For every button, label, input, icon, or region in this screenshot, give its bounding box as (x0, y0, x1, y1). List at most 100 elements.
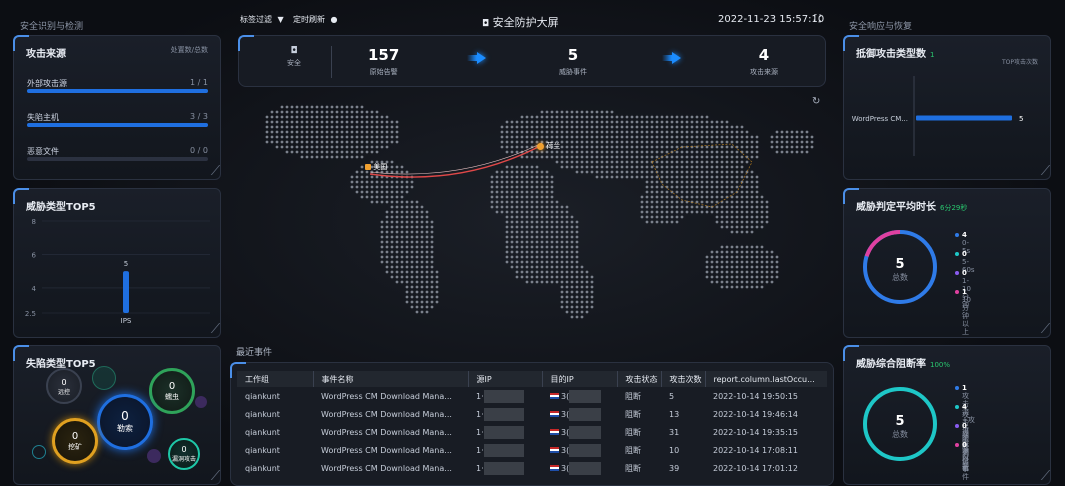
map-dot (555, 270, 559, 274)
map-dot (610, 160, 614, 164)
map-dot (550, 150, 554, 154)
map-dot (570, 220, 574, 224)
map-dot (565, 260, 569, 264)
map-dot (530, 260, 534, 264)
tag-filter-button[interactable]: 标签过滤 ▼ (240, 14, 284, 25)
map-target-marker[interactable]: 荷兰 (537, 141, 560, 151)
map-dot (725, 215, 729, 219)
map-dot (430, 280, 434, 284)
bar[interactable] (916, 115, 1012, 121)
source-bar-fill-host (27, 123, 208, 127)
table-row[interactable]: qiankunt WordPress CM Download Mana... 1· 3… (237, 423, 827, 441)
col-status[interactable]: 攻击状态 (616, 371, 661, 387)
map-dot (495, 180, 499, 184)
map-dot (725, 205, 729, 209)
map-dot (635, 155, 639, 159)
map-dot (700, 155, 704, 159)
map-dot (375, 145, 379, 149)
y-tick-label: WordPress CM... (852, 115, 908, 123)
map-dot (635, 145, 639, 149)
map-dot (745, 230, 749, 234)
stat-attack-sources[interactable]: 4 攻击来源 (750, 46, 778, 77)
map-dot (295, 140, 299, 144)
map-dot (520, 235, 524, 239)
map-dot (685, 190, 689, 194)
map-dot (710, 165, 714, 169)
col-src-ip[interactable]: 源IP (467, 371, 542, 387)
map-dot (540, 275, 544, 279)
stat-raw-alerts[interactable]: 157 原始告警 (368, 46, 399, 77)
map-dot (645, 140, 649, 144)
map-dot (420, 240, 424, 244)
us-flag-icon (550, 465, 559, 471)
map-dot (780, 130, 784, 134)
table-row[interactable]: qiankunt WordPress CM Download Mana... 1· 3… (237, 405, 827, 423)
map-dot (595, 145, 599, 149)
map-dot (375, 120, 379, 124)
map-dot (405, 230, 409, 234)
bar[interactable] (123, 271, 129, 313)
map-dot (420, 280, 424, 284)
table-row[interactable]: qiankunt WordPress CM Download Mana... 1· 3… (237, 459, 827, 477)
map-dot (690, 165, 694, 169)
auto-refresh-button[interactable]: 定时刷新 ● (293, 14, 338, 25)
map-dot (580, 115, 584, 119)
map-dot (405, 295, 409, 299)
map-source-marker[interactable]: 美国 (365, 162, 387, 172)
bubble-worm-value: 0 (168, 381, 176, 392)
map-dot (540, 180, 544, 184)
col-dst-ip[interactable]: 目的IP (541, 371, 617, 387)
map-dot (295, 105, 299, 109)
map-dot (755, 190, 759, 194)
col-last-occur[interactable]: report.column.lastOccu... (704, 371, 827, 387)
map-dot (295, 150, 299, 154)
map-dot (575, 145, 579, 149)
stat-threat-events[interactable]: 5 威胁事件 (559, 46, 587, 77)
table-row[interactable]: qiankunt WordPress CM Download Mana... 1· 3… (237, 387, 827, 405)
map-dot (695, 205, 699, 209)
map-dot (590, 300, 594, 304)
map-dot (625, 150, 629, 154)
map-dot (365, 180, 369, 184)
refresh-icon[interactable]: ↻ (812, 96, 820, 107)
map-dot (530, 130, 534, 134)
map-dot (270, 110, 274, 114)
map-dot (545, 225, 549, 229)
map-dot (590, 135, 594, 139)
map-dot (405, 220, 409, 224)
map-dot (605, 145, 609, 149)
map-dot (560, 140, 564, 144)
map-dot (315, 105, 319, 109)
map-dot (585, 285, 589, 289)
map-dot (580, 135, 584, 139)
col-count[interactable]: 攻击次数 (660, 371, 705, 387)
map-dot (340, 155, 344, 159)
fullscreen-icon[interactable]: ⛶ (814, 14, 821, 25)
map-dot (665, 130, 669, 134)
map-dot (550, 235, 554, 239)
map-dot (290, 145, 294, 149)
screen-title: ◘ 安全防护大屏 (482, 14, 559, 30)
defense-types-title-text: 抵御攻击类型数 (856, 49, 926, 60)
map-dot (705, 200, 709, 204)
map-dot (525, 175, 529, 179)
map-dot (745, 175, 749, 179)
cell-group: qiankunt (237, 441, 313, 459)
map-dot (540, 210, 544, 214)
cell-count: 13 (661, 405, 705, 423)
map-dot (760, 210, 764, 214)
map-dot (700, 160, 704, 164)
map-dot (420, 205, 424, 209)
bar-value-label: 5 (124, 260, 128, 268)
map-dot (785, 145, 789, 149)
map-dot (580, 270, 584, 274)
table-row[interactable]: qiankunt WordPress CM Download Mana... 1· 3… (237, 441, 827, 459)
map-dot (720, 120, 724, 124)
map-dot (505, 135, 509, 139)
col-group[interactable]: 工作组 (237, 371, 313, 387)
col-name[interactable]: 事件名称 (312, 371, 468, 387)
map-dot (375, 180, 379, 184)
map-dot (400, 280, 404, 284)
map-dot (515, 120, 519, 124)
map-dot (525, 220, 529, 224)
